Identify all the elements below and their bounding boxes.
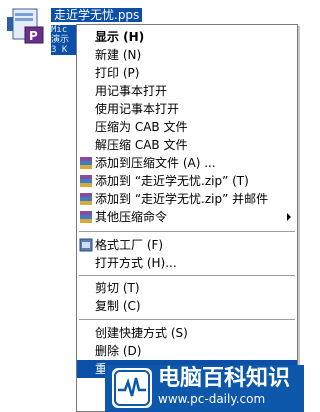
- winrar-icon: [79, 156, 93, 170]
- menu-item-delete[interactable]: 删除 (D): [77, 342, 297, 360]
- winrar-icon: [79, 210, 93, 224]
- svg-text:P: P: [29, 29, 38, 43]
- menu-item-label: 用记事本打开: [95, 84, 168, 98]
- file-name-label[interactable]: 走近学无忧.pps: [51, 8, 143, 22]
- menu-item-label: 删除 (D): [95, 344, 142, 358]
- menu-item-label: 压缩为 CAB 文件: [95, 120, 188, 134]
- format-factory-icon: [79, 238, 93, 252]
- menu-item-copy[interactable]: 复制 (C): [77, 297, 297, 315]
- file-description-line: 3 K: [51, 45, 68, 55]
- pulse-monitor-icon: [112, 368, 152, 408]
- menu-item-print[interactable]: 打印 (P): [77, 64, 297, 82]
- menu-item-new[interactable]: 新建 (N): [77, 46, 297, 64]
- menu-item-add-to-archive[interactable]: 添加到压缩文件 (A) ...: [77, 154, 297, 172]
- file-description-line: Mic: [51, 25, 68, 35]
- menu-item-label: 剪切 (T): [95, 281, 140, 295]
- menu-item-label: 使用记事本打开: [95, 102, 180, 116]
- file-description: Mic 演示 3 K: [51, 25, 79, 55]
- menu-separator: [79, 275, 295, 276]
- menu-item-label: 解压缩 CAB 文件: [95, 138, 188, 152]
- menu-item-extract-cab[interactable]: 解压缩 CAB 文件: [77, 136, 297, 154]
- submenu-arrow-icon: [287, 213, 291, 221]
- menu-separator: [79, 231, 295, 232]
- menu-item-label: 创建快捷方式 (S): [95, 326, 188, 340]
- menu-item-label: 打开方式 (H)...: [95, 256, 177, 270]
- menu-item-add-to-zip[interactable]: 添加到 “走近学无忧.zip” (T): [77, 172, 297, 190]
- menu-item-label: 添加到 “走近学无忧.zip” 并邮件: [95, 192, 269, 206]
- menu-item-label: 其他压缩命令: [95, 210, 168, 224]
- menu-item-label: 添加到压缩文件 (A) ...: [95, 156, 216, 170]
- menu-item-label: 显示 (H): [95, 30, 145, 44]
- menu-item-label: 格式工厂 (F): [95, 238, 164, 252]
- winrar-icon: [79, 174, 93, 188]
- menu-item-create-shortcut[interactable]: 创建快捷方式 (S): [77, 324, 297, 342]
- menu-item-other-compress[interactable]: 其他压缩命令: [77, 208, 297, 226]
- winrar-icon: [79, 192, 93, 206]
- file-description-line: 演示: [51, 35, 70, 45]
- menu-item-add-to-zip-email[interactable]: 添加到 “走近学无忧.zip” 并邮件: [77, 190, 297, 208]
- menu-item-compress-cab[interactable]: 压缩为 CAB 文件: [77, 118, 297, 136]
- watermark-url: www.pc-daily.com: [158, 392, 266, 406]
- watermark-title: 电脑百科知识: [158, 366, 291, 391]
- menu-item-open-with[interactable]: 打开方式 (H)...: [77, 254, 297, 272]
- context-menu: 显示 (H) 新建 (N) 打印 (P) 用记事本打开 使用记事本打开 压缩为 …: [76, 24, 298, 412]
- menu-item-label: 打印 (P): [95, 66, 140, 80]
- menu-item-label: 添加到 “走近学无忧.zip” (T): [95, 174, 249, 188]
- menu-item-use-notepad[interactable]: 使用记事本打开: [77, 100, 297, 118]
- menu-item-show[interactable]: 显示 (H): [77, 28, 297, 46]
- pps-file-icon[interactable]: P: [5, 7, 49, 49]
- menu-item-label: 新建 (N): [95, 48, 142, 62]
- menu-item-format-factory[interactable]: 格式工厂 (F): [77, 236, 297, 254]
- menu-item-open-notepad[interactable]: 用记事本打开: [77, 82, 297, 100]
- menu-item-cut[interactable]: 剪切 (T): [77, 279, 297, 297]
- menu-item-label: 复制 (C): [95, 299, 141, 313]
- menu-separator: [79, 319, 295, 320]
